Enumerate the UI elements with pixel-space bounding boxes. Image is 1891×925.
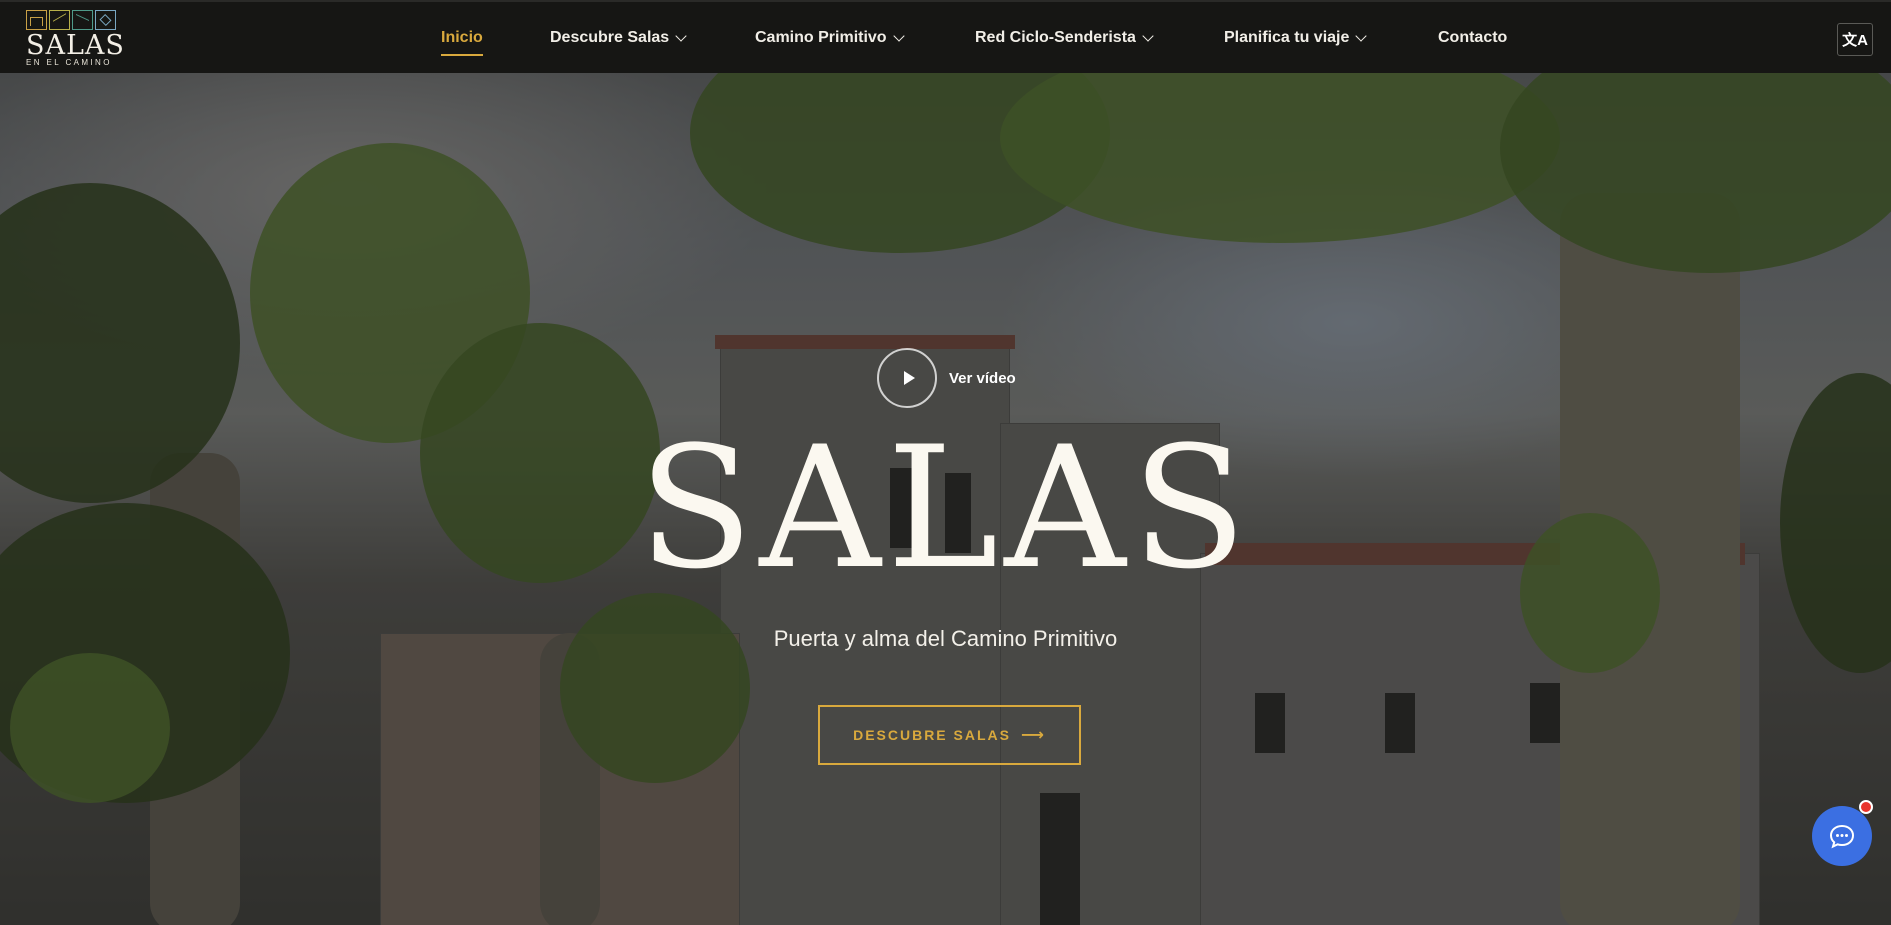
chevron-down-icon xyxy=(892,30,905,42)
video-label[interactable]: Ver vídeo xyxy=(949,370,1016,387)
language-button[interactable]: 文A xyxy=(1837,23,1873,56)
logo-building-icon xyxy=(26,10,47,30)
arrow-right-icon: ⟶ xyxy=(1020,727,1046,744)
descubre-salas-button[interactable]: DESCUBRE SALAS ⟶ xyxy=(818,705,1081,765)
chevron-down-icon xyxy=(1142,30,1154,42)
logo-diamond-icon xyxy=(95,10,116,30)
notification-dot xyxy=(1859,800,1873,814)
nav-item-label: Red Ciclo-Senderista xyxy=(975,29,1136,46)
nav-item-planifica-tu-viaje[interactable]: Planifica tu viaje xyxy=(1224,29,1368,47)
nav-item-label: Planifica tu viaje xyxy=(1224,29,1350,46)
nav-item-contacto[interactable]: Contacto xyxy=(1438,29,1507,47)
nav-item-label: Descubre Salas xyxy=(550,29,670,46)
cta-label: DESCUBRE SALAS xyxy=(853,727,1011,743)
play-icon[interactable] xyxy=(877,348,937,408)
site-header: SALAS EN EL CAMINO Inicio Descubre Salas… xyxy=(0,0,1891,73)
active-underline xyxy=(441,54,483,56)
nav-item-red-ciclo-senderista[interactable]: Red Ciclo-Senderista xyxy=(975,29,1154,47)
site-logo[interactable]: SALAS EN EL CAMINO xyxy=(26,10,125,68)
nav-item-camino-primitivo[interactable]: Camino Primitivo xyxy=(755,29,905,47)
chat-bubble-icon xyxy=(1829,824,1855,849)
translate-icon: 文A xyxy=(1842,32,1868,49)
nav-item-label: Contacto xyxy=(1438,29,1508,46)
logo-hill-icon xyxy=(49,10,70,30)
nav-item-inicio[interactable]: Inicio xyxy=(441,29,483,56)
chat-button[interactable] xyxy=(1812,806,1872,866)
logo-path-icon xyxy=(72,10,93,30)
hero-section: Ver vídeo SALAS Puerta y alma del Camino… xyxy=(0,73,1891,925)
chevron-down-icon xyxy=(1355,30,1368,42)
logo-tagline: EN EL CAMINO xyxy=(26,58,112,67)
hero-title: SALAS xyxy=(638,410,1253,606)
nav-item-descubre-salas[interactable]: Descubre Salas xyxy=(550,29,687,47)
nav-item-label: Inicio xyxy=(441,29,483,46)
logo-wordmark: SALAS xyxy=(26,30,125,61)
chevron-down-icon xyxy=(675,30,687,42)
logo-emblem-icons xyxy=(26,10,118,30)
video-play-button[interactable]: Ver vídeo xyxy=(877,348,1016,408)
hero-subtitle: Puerta y alma del Camino Primitivo xyxy=(773,626,1118,651)
nav-item-label: Camino Primitivo xyxy=(755,29,887,46)
